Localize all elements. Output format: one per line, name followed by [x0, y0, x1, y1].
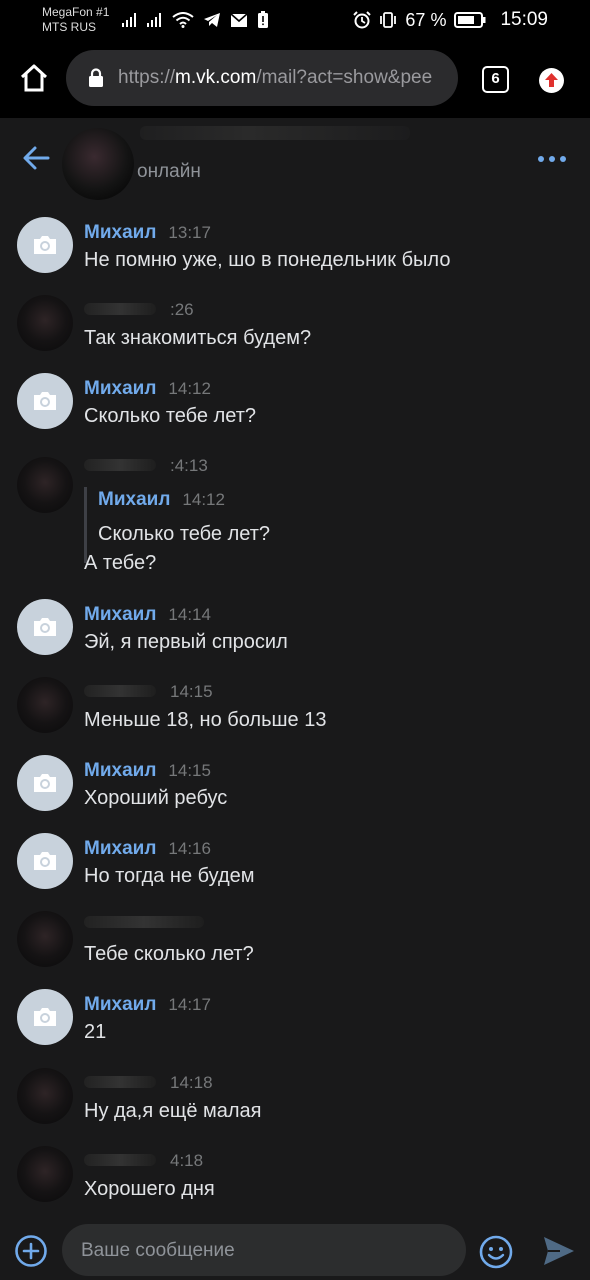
contact-status: онлайн	[137, 161, 201, 182]
telegram-icon	[204, 13, 220, 27]
message-author[interactable]: Михаил	[84, 760, 156, 782]
quote-author[interactable]: Михаил	[98, 489, 170, 511]
battery-percent: 67 %	[405, 9, 447, 30]
message-time: :26	[170, 300, 194, 319]
message-text: Тебе сколько лет?	[84, 943, 254, 965]
message-time: 14:15	[170, 682, 213, 701]
lock-icon	[89, 68, 103, 87]
author-redacted	[84, 685, 156, 697]
chat-header: онлайн	[0, 118, 590, 200]
message-text: Так знакомиться будем?	[84, 327, 312, 349]
message-text: Не помню уже, шо в понедельник было	[84, 249, 451, 271]
url-host: m.vk.com	[175, 67, 257, 88]
message-time: 14:18	[170, 1073, 213, 1092]
vibrate-icon	[380, 12, 397, 28]
clock: 15:09	[500, 9, 548, 30]
url-path: /mail?act=show&pee	[256, 67, 433, 88]
message-input[interactable]: Ваше сообщение	[62, 1224, 466, 1276]
carrier-info: MegaFon #1 MTS RUS	[42, 5, 109, 35]
message-text: А тебе?	[84, 552, 157, 574]
contact-name-redacted	[140, 126, 410, 140]
message-text: Сколько тебе лет?	[84, 405, 257, 427]
camera-icon	[34, 774, 56, 792]
message-time: 14:16	[168, 839, 211, 858]
message-text: 21	[84, 1021, 107, 1043]
message-author[interactable]: Михаил	[84, 378, 156, 400]
avatar[interactable]	[17, 677, 73, 733]
avatar[interactable]	[17, 1146, 73, 1202]
tabs-button[interactable]: 6	[482, 66, 509, 93]
message-time: 14:17	[168, 995, 211, 1014]
carrier-2: MTS RUS	[42, 20, 96, 34]
avatar[interactable]	[17, 833, 73, 889]
signal-icon-2	[147, 13, 161, 27]
camera-icon	[34, 852, 56, 870]
message-author[interactable]: Михаил	[84, 838, 156, 860]
message-text: Эй, я первый спросил	[84, 631, 288, 653]
url-scheme: https://	[118, 67, 176, 88]
upload-arrow-icon	[545, 73, 558, 87]
message-time: 4:18	[170, 1151, 204, 1170]
add-attachment-icon[interactable]	[14, 1234, 48, 1268]
camera-icon	[34, 236, 56, 254]
status-bar: MegaFon #1 MTS RUS 67 % 15:09	[0, 0, 590, 40]
message-time: :4:13	[170, 456, 208, 475]
more-options-button[interactable]	[538, 156, 566, 162]
emoji-icon[interactable]	[478, 1234, 514, 1270]
quote-text: Сколько тебе лет?	[98, 523, 271, 545]
signal-icon	[122, 13, 136, 27]
avatar[interactable]	[17, 217, 73, 273]
address-bar[interactable]: https://m.vk.com/mail?act=show&pee	[66, 50, 458, 106]
author-redacted	[84, 1076, 156, 1088]
avatar[interactable]	[17, 911, 73, 967]
mail-icon	[230, 12, 248, 27]
back-arrow-icon[interactable]	[20, 142, 52, 174]
carrier-1: MegaFon #1	[42, 5, 110, 19]
message-time: 14:12	[168, 379, 211, 398]
contact-avatar[interactable]	[62, 128, 134, 200]
alert-icon	[258, 11, 268, 28]
avatar[interactable]	[17, 755, 73, 811]
wifi-icon	[172, 12, 194, 28]
avatar[interactable]	[17, 1068, 73, 1124]
avatar[interactable]	[17, 599, 73, 655]
quote-time: 14:12	[182, 490, 225, 509]
message-author[interactable]: Михаил	[84, 994, 156, 1016]
avatar[interactable]	[17, 457, 73, 513]
message-input-placeholder: Ваше сообщение	[81, 1240, 235, 1261]
send-icon[interactable]	[542, 1235, 576, 1267]
url-text: https://m.vk.com/mail?act=show&pee	[118, 67, 432, 89]
camera-icon	[34, 1008, 56, 1026]
message-text: Хороший ребус	[84, 787, 228, 809]
author-redacted	[84, 916, 204, 928]
message-text: Ну да,я ещё малая	[84, 1100, 262, 1122]
avatar[interactable]	[17, 295, 73, 351]
author-redacted	[84, 459, 156, 471]
camera-icon	[34, 392, 56, 410]
message-text: Но тогда не будем	[84, 865, 255, 887]
message-time: 14:15	[168, 761, 211, 780]
message-author[interactable]: Михаил	[84, 604, 156, 626]
author-redacted	[84, 303, 156, 315]
message-text: Меньше 18, но больше 13	[84, 709, 327, 731]
battery-icon	[454, 12, 486, 28]
extension-button[interactable]	[539, 68, 564, 93]
message-composer: Ваше сообщение	[0, 1214, 590, 1280]
message-time: 13:17	[168, 223, 211, 242]
camera-icon	[34, 618, 56, 636]
message-text: Хорошего дня	[84, 1178, 215, 1200]
browser-toolbar: https://m.vk.com/mail?act=show&pee 6	[0, 40, 590, 118]
author-redacted	[84, 1154, 156, 1166]
avatar[interactable]	[17, 989, 73, 1045]
message-author[interactable]: Михаил	[84, 222, 156, 244]
message-time: 14:14	[168, 605, 211, 624]
home-icon[interactable]	[18, 62, 50, 94]
avatar[interactable]	[17, 373, 73, 429]
alarm-icon	[353, 11, 372, 29]
